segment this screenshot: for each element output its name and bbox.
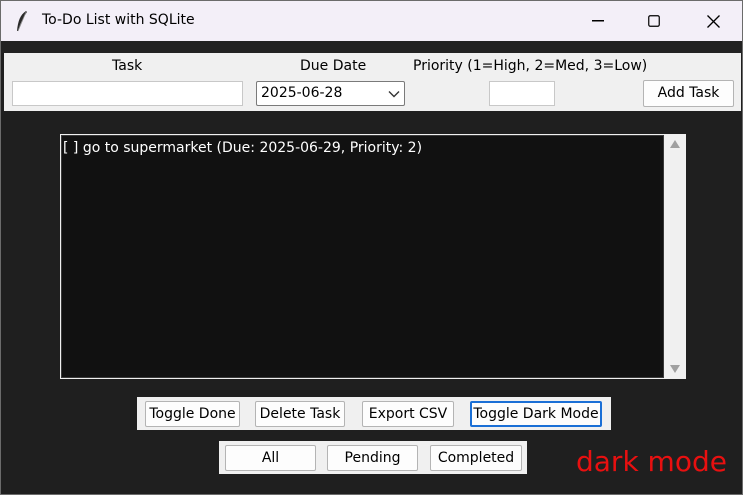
filter-pending-button[interactable]: Pending	[327, 445, 418, 471]
maximize-button[interactable]	[625, 1, 683, 41]
filter-buttons: All Pending Completed	[219, 441, 527, 474]
window-title: To-Do List with SQLite	[42, 12, 195, 28]
task-form: Task Due Date Priority (1=High, 2=Med, 3…	[4, 53, 741, 111]
task-listbox[interactable]: [ ] go to supermarket (Due: 2025-06-29, …	[61, 135, 664, 378]
app-window: To-Do List with SQLite Task Due Date Pri…	[0, 0, 743, 495]
due-date-value: 2025-06-28	[261, 85, 343, 101]
due-date-label: Due Date	[300, 58, 367, 74]
chevron-down-icon[interactable]	[388, 90, 400, 98]
minimize-icon	[592, 20, 604, 22]
add-task-button[interactable]: Add Task	[643, 80, 734, 107]
priority-input[interactable]	[489, 81, 555, 106]
due-date-select[interactable]: 2025-06-28	[256, 81, 405, 106]
filter-all-button[interactable]: All	[225, 445, 316, 471]
maximize-icon	[648, 15, 660, 27]
top-spacer	[1, 41, 742, 53]
delete-task-button[interactable]: Delete Task	[255, 401, 345, 427]
feather-icon	[17, 11, 27, 32]
scroll-down-arrow-icon[interactable]	[670, 365, 680, 373]
list-scrollbar[interactable]	[666, 136, 685, 378]
toggle-done-button[interactable]: Toggle Done	[145, 401, 240, 427]
minimize-button[interactable]	[569, 1, 627, 41]
priority-label: Priority (1=High, 2=Med, 3=Low)	[413, 58, 648, 74]
filter-completed-button[interactable]: Completed	[430, 445, 522, 471]
dark-mode-annotation: dark mode	[576, 445, 727, 478]
close-button[interactable]	[684, 1, 742, 41]
toggle-dark-mode-button[interactable]: Toggle Dark Mode	[470, 401, 602, 427]
export-csv-button[interactable]: Export CSV	[362, 401, 454, 427]
title-bar[interactable]: To-Do List with SQLite	[1, 1, 742, 41]
task-label: Task	[112, 58, 143, 74]
task-input[interactable]	[12, 81, 243, 106]
list-item[interactable]: [ ] go to supermarket (Due: 2025-06-29, …	[63, 140, 422, 156]
close-icon	[706, 14, 720, 28]
action-buttons: Toggle Done Delete Task Export CSV Toggl…	[137, 397, 611, 430]
scroll-up-arrow-icon[interactable]	[670, 140, 680, 148]
